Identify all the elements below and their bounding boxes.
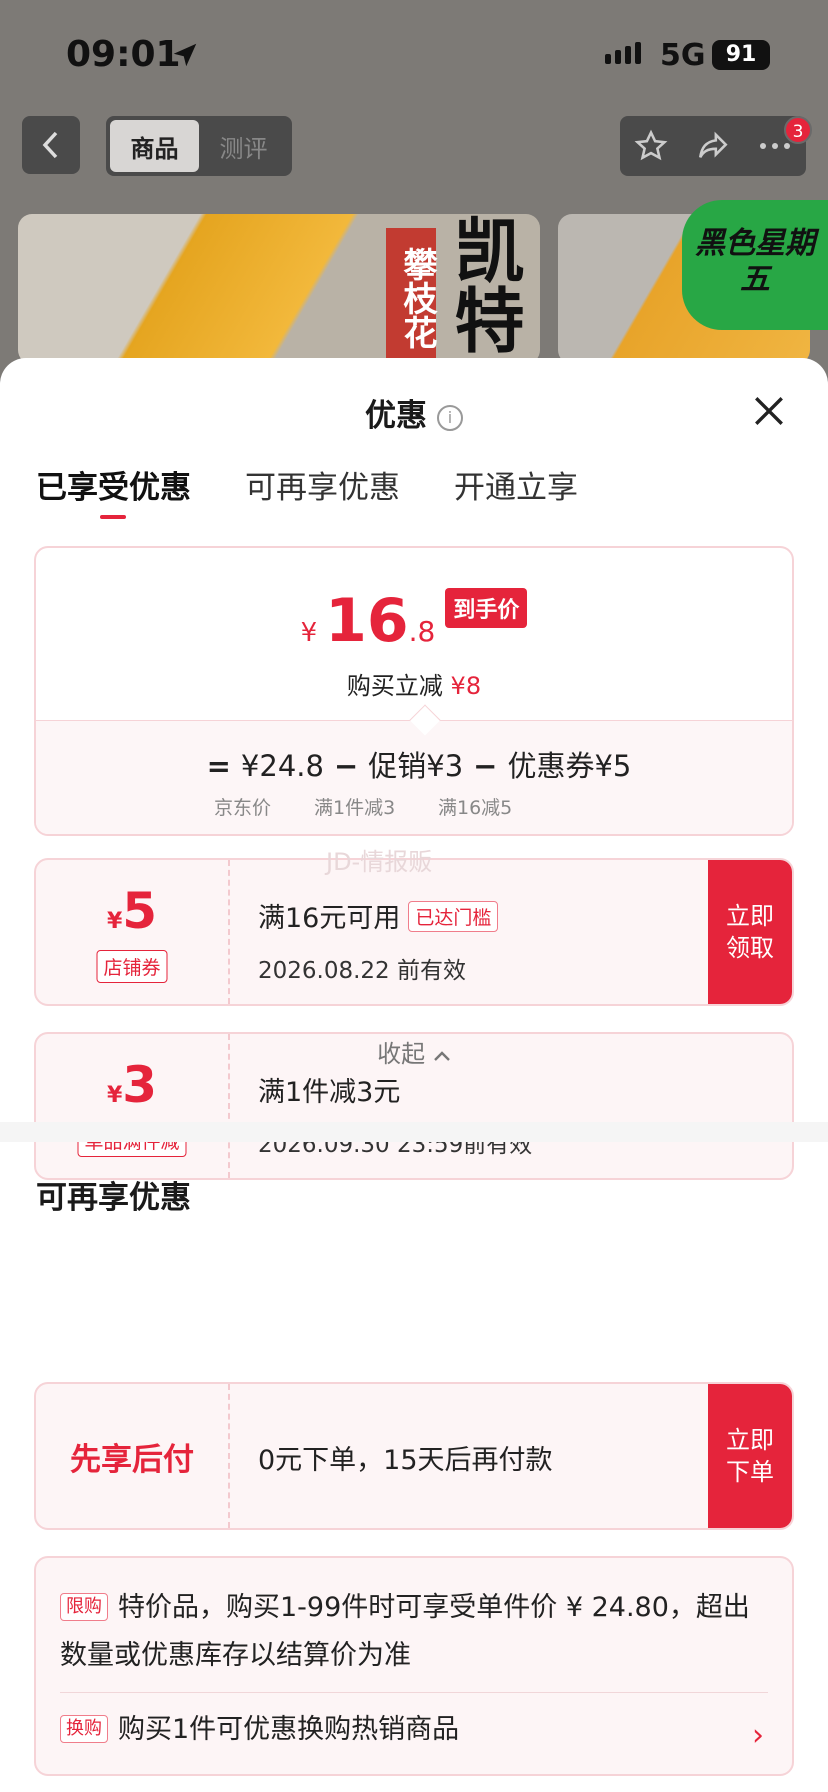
rule-limit: 限购 特价品，购买1-99件时可享受单件价 ¥ 24.80，超出数量或优惠库存以结… — [60, 1584, 768, 1680]
network-type: 5G — [660, 38, 706, 73]
claim-coupon-button[interactable]: 立即领取 — [708, 860, 792, 1004]
exchange-tag: 换购 — [60, 1715, 108, 1743]
coupon-label: 满16减5 — [438, 797, 513, 819]
price-currency: ¥ — [300, 618, 318, 648]
saving-amount: ¥8 — [450, 672, 482, 700]
store-coupon-card: ¥5 店铺券 满16元可用 已达门槛 2026.08.22 前有效 立即领取 — [34, 858, 794, 1006]
chevron-right-icon[interactable]: › — [752, 1718, 764, 1753]
minus-sign: − — [473, 749, 498, 783]
banner-variety-label: 凯特 — [443, 214, 525, 354]
back-button[interactable] — [22, 116, 80, 174]
equals-sign: = — [206, 749, 231, 783]
coupon-expiry: 2026.08.22 前有效 — [258, 958, 466, 984]
pay-later-desc: 0元下单，15天后再付款 — [258, 1445, 553, 1476]
close-icon[interactable] — [752, 394, 786, 428]
coupon-value: 5 — [122, 882, 158, 940]
status-time: 09:01 — [66, 34, 181, 75]
tab-more-discounts[interactable]: 可再享优惠 — [245, 462, 400, 519]
exchange-text: 购买1件可优惠换购热销商品 — [118, 1714, 460, 1745]
star-icon[interactable] — [634, 129, 668, 163]
rule-divider — [60, 1692, 768, 1693]
base-price-label: 京东价 — [214, 797, 272, 819]
battery-icon: 91 — [712, 40, 770, 70]
tab-enjoyed[interactable]: 已享受优惠 — [36, 462, 191, 519]
coupon-currency: ¥ — [106, 909, 123, 934]
price-summary-card: ¥16.8到手价 购买立减 ¥8 = ¥24.8− 促销¥3− 优惠券¥5 京东价 满… — [34, 546, 794, 836]
sheet-title: 优惠 i — [0, 390, 828, 435]
coupon-condition: 满16元可用 — [258, 903, 401, 934]
promo-label: 满1件减3 — [314, 797, 396, 819]
black-friday-badge: 黑色星期五 — [682, 200, 828, 330]
status-bar: 09:01 5G 91 — [0, 0, 828, 110]
info-icon[interactable]: i — [437, 405, 463, 431]
limit-text: 特价品，购买1-99件时可享受单件价 ¥ 24.80，超出数量或优惠库存以结算价… — [60, 1592, 750, 1671]
chevron-up-icon — [433, 1051, 450, 1061]
discount-currency: ¥ — [106, 1083, 123, 1108]
chevron-left-icon — [42, 131, 58, 159]
limit-tag: 限购 — [60, 1593, 108, 1621]
discount-tabs: 已享受优惠 可再享优惠 开通立享 — [36, 462, 578, 519]
share-icon[interactable] — [695, 129, 731, 163]
price-decimal: .8 — [408, 615, 436, 648]
coupon-amount: ¥5 — [36, 882, 228, 940]
promo-deduction: 促销¥3 — [368, 749, 464, 783]
sheet-title-text: 优惠 — [365, 398, 427, 434]
more-discounts-title: 可再享优惠 — [36, 1180, 191, 1216]
coupon-type-tag: 店铺券 — [96, 950, 168, 983]
watermark: JD-情报贩 — [326, 848, 433, 876]
more-icon[interactable] — [758, 141, 792, 151]
location-arrow-icon — [173, 43, 197, 67]
coupon-deduction: 优惠券¥5 — [507, 749, 632, 783]
instant-saving: 购买立减 ¥8 — [36, 666, 792, 701]
tab-product[interactable]: 商品 — [110, 120, 199, 172]
final-price: ¥16.8 到手价 — [36, 586, 792, 656]
purchase-rules: 限购 特价品，购买1-99件时可享受单件价 ¥ 24.80，超出数量或优惠库存以结… — [34, 1556, 794, 1776]
section-divider — [0, 1122, 828, 1142]
collapse-button[interactable]: 收起 — [0, 1034, 828, 1069]
tab-activate[interactable]: 开通立享 — [454, 462, 578, 519]
discount-condition: 满1件减3元 — [258, 1077, 401, 1108]
top-tab-switch: 商品 测评 — [106, 116, 292, 176]
top-actions — [620, 116, 806, 176]
discount-sheet: 优惠 i 已享受优惠 可再享优惠 开通立享 ¥16.8 到手价 购买立减 ¥8 = ¥… — [0, 358, 828, 1792]
collapse-label: 收起 — [377, 1040, 426, 1068]
minus-sign: − — [333, 749, 359, 783]
tab-review[interactable]: 测评 — [199, 120, 288, 172]
price-formula: = ¥24.8− 促销¥3− 优惠券¥5 — [36, 743, 792, 785]
notification-badge: 3 — [784, 116, 812, 144]
price-tag: 到手价 — [445, 588, 528, 628]
pay-later-card: 先享后付 0元下单，15天后再付款 立即下单 — [34, 1382, 794, 1530]
threshold-met-badge: 已达门槛 — [408, 901, 499, 932]
pay-later-label: 先享后付 — [70, 1442, 194, 1478]
base-price: ¥24.8 — [240, 749, 324, 783]
rule-exchange[interactable]: 换购 购买1件可优惠换购热销商品 — [60, 1706, 768, 1754]
order-now-button[interactable]: 立即下单 — [708, 1384, 792, 1528]
signal-icon — [605, 42, 641, 64]
price-integer: 16 — [325, 586, 409, 656]
banner-origin-label: 攀枝花 — [386, 228, 437, 362]
saving-label: 购买立减 — [346, 672, 443, 700]
